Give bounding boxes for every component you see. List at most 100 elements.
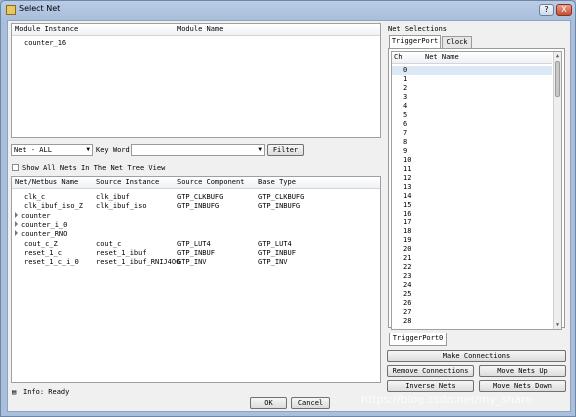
scroll-up-icon[interactable]: ▲ xyxy=(554,52,561,60)
scroll-thumb[interactable] xyxy=(555,61,560,97)
channel-row[interactable]: 20 xyxy=(392,245,552,254)
tab-triggerport[interactable]: TriggerPort xyxy=(389,35,441,48)
channel-row[interactable]: 0 xyxy=(392,66,552,75)
channel-row[interactable]: 24 xyxy=(392,281,552,290)
col-base-type[interactable]: Base Type xyxy=(258,177,296,188)
channel-row[interactable]: 9 xyxy=(392,147,552,156)
net-type-value: Net - ALL xyxy=(14,146,52,154)
col-ch[interactable]: Ch xyxy=(394,52,402,63)
channel-row[interactable]: 5 xyxy=(392,111,552,120)
table-row[interactable]: counter_16 xyxy=(12,39,380,48)
channel-number: 6 xyxy=(403,119,408,128)
channel-row[interactable]: 6 xyxy=(392,120,552,129)
filter-button[interactable]: Filter xyxy=(267,144,304,156)
inverse-nets-button[interactable]: Inverse Nets xyxy=(387,380,474,392)
source-instance-cell-text: reset_1_ibuf_RNIJ4O6 xyxy=(96,258,181,267)
channel-row[interactable]: 16 xyxy=(392,210,552,219)
net-table[interactable]: Net/Netbus Name Source Instance Source C… xyxy=(11,176,381,383)
ok-button[interactable]: OK xyxy=(250,397,287,409)
col-source-component[interactable]: Source Component xyxy=(177,177,244,188)
col-net-name[interactable]: Net/Netbus Name xyxy=(15,177,78,188)
dialog-window: Select Net ? X Module Instance Module Na… xyxy=(0,0,576,417)
source-instance-cell-text: cout_c xyxy=(96,239,122,248)
col-channel-net-name[interactable]: Net Name xyxy=(425,52,459,63)
expand-arrow-icon[interactable] xyxy=(15,211,18,218)
channel-row[interactable]: 28 xyxy=(392,317,552,326)
col-module-name[interactable]: Module Name xyxy=(177,24,223,35)
channel-row[interactable]: 25 xyxy=(392,290,552,299)
channel-row[interactable]: 10 xyxy=(392,156,552,165)
help-button[interactable]: ? xyxy=(539,4,554,16)
channel-row[interactable]: 8 xyxy=(392,138,552,147)
channel-number: 27 xyxy=(403,308,412,317)
channel-number: 17 xyxy=(403,218,412,227)
channel-row[interactable]: 4 xyxy=(392,102,552,111)
expand-arrow-icon[interactable] xyxy=(15,220,18,227)
channel-row[interactable]: 12 xyxy=(392,174,552,183)
chevron-down-icon: ▼ xyxy=(86,146,90,153)
channel-number: 7 xyxy=(403,128,408,137)
expand-arrow-icon[interactable] xyxy=(15,230,18,237)
dialog-client: Module Instance Module Name counter_16 N… xyxy=(7,20,571,412)
channel-number: 20 xyxy=(403,245,412,254)
channel-number: 5 xyxy=(403,110,408,119)
channel-row[interactable]: 19 xyxy=(392,236,552,245)
move-nets-down-button[interactable]: Move Nets Down xyxy=(479,380,566,392)
channel-row[interactable]: 14 xyxy=(392,192,552,201)
channel-row[interactable]: 15 xyxy=(392,201,552,210)
col-module-instance[interactable]: Module Instance xyxy=(15,24,78,35)
title-bar[interactable]: Select Net ? X xyxy=(1,1,575,19)
cancel-button[interactable]: Cancel xyxy=(291,397,330,409)
scroll-down-icon[interactable]: ▼ xyxy=(554,321,561,329)
channel-number: 19 xyxy=(403,236,412,245)
source-component-cell-text: GTP_LUT4 xyxy=(177,239,211,248)
source-instance-cell: reset_1_ibuf xyxy=(96,249,147,258)
net-name-cell: counter xyxy=(15,211,51,221)
channel-row[interactable]: 26 xyxy=(392,299,552,308)
channel-number: 26 xyxy=(403,299,412,308)
channel-row[interactable]: 2 xyxy=(392,84,552,93)
channel-row[interactable]: 17 xyxy=(392,218,552,227)
net-type-select[interactable]: Net - ALL ▼ xyxy=(11,144,93,156)
remove-connections-button[interactable]: Remove Connections xyxy=(387,365,474,377)
channel-row[interactable]: 21 xyxy=(392,254,552,263)
make-connections-button[interactable]: Make Connections xyxy=(387,350,566,362)
channel-row[interactable]: 1 xyxy=(392,75,552,84)
close-button[interactable]: X xyxy=(556,4,572,16)
net-name-cell: clk_ibuf_iso_Z xyxy=(24,202,83,211)
channel-row[interactable]: 22 xyxy=(392,263,552,272)
table-row[interactable]: counter_i_0 xyxy=(12,220,380,230)
tab-clock[interactable]: Clock xyxy=(442,36,472,48)
channel-row[interactable]: 18 xyxy=(392,227,552,236)
base-type-cell: GTP_INBUFG xyxy=(258,202,300,211)
net-name-cell-text: clk_c xyxy=(24,193,46,201)
channel-row[interactable]: 11 xyxy=(392,165,552,174)
channel-scrollbar[interactable]: ▲ ▼ xyxy=(553,52,561,329)
channel-row[interactable]: 23 xyxy=(392,272,552,281)
channel-row[interactable]: 13 xyxy=(392,183,552,192)
table-row[interactable]: counter xyxy=(12,211,380,221)
source-instance-cell-text: reset_1_ibuf xyxy=(96,248,147,257)
table-row[interactable]: reset_1_c reset_1_ibuf GTP_INBUF GTP_INBUF xyxy=(12,249,380,258)
channel-number: 23 xyxy=(403,272,412,281)
keyword-input[interactable]: ▼ xyxy=(131,144,265,156)
table-row[interactable]: reset_1_c_i_0 reset_1_ibuf_RNIJ4O6 GTP_INV… xyxy=(12,258,380,267)
move-nets-up-button[interactable]: Move Nets Up xyxy=(479,365,566,377)
net-name-cell-text: clk_ibuf_iso_Z xyxy=(24,202,84,211)
channel-table[interactable]: Ch Net Name 0 1 2 3 4 5 6 7 8 9 10 11 12 13 14 15 16 17 18… xyxy=(391,51,562,330)
base-type-cell: GTP_INBUF xyxy=(258,249,296,258)
col-source-instance[interactable]: Source Instance xyxy=(96,177,159,188)
show-all-nets-checkbox[interactable] xyxy=(12,164,19,171)
source-component-cell: GTP_CLKBUFG xyxy=(177,193,223,202)
channel-row[interactable]: 7 xyxy=(392,129,552,138)
table-row[interactable]: counter_RNO xyxy=(12,230,380,239)
tab-triggerport0[interactable]: TriggerPort0 xyxy=(389,333,447,346)
table-row[interactable]: clk_ibuf_iso_Z clk_ibuf_iso GTP_INBUFG GTP_… xyxy=(12,202,380,211)
table-row[interactable]: clk_c clk_ibuf GTP_CLKBUFG GTP_CLKBUFG xyxy=(12,193,380,202)
source-component-cell: GTP_INBUF xyxy=(177,249,215,258)
channel-number: 13 xyxy=(403,182,412,191)
table-row[interactable]: cout_c_Z cout_c GTP_LUT4 GTP_LUT4 xyxy=(12,240,380,249)
channel-row[interactable]: 3 xyxy=(392,93,552,102)
channel-row[interactable]: 27 xyxy=(392,308,552,317)
module-instance-table[interactable]: Module Instance Module Name counter_16 xyxy=(11,23,381,138)
